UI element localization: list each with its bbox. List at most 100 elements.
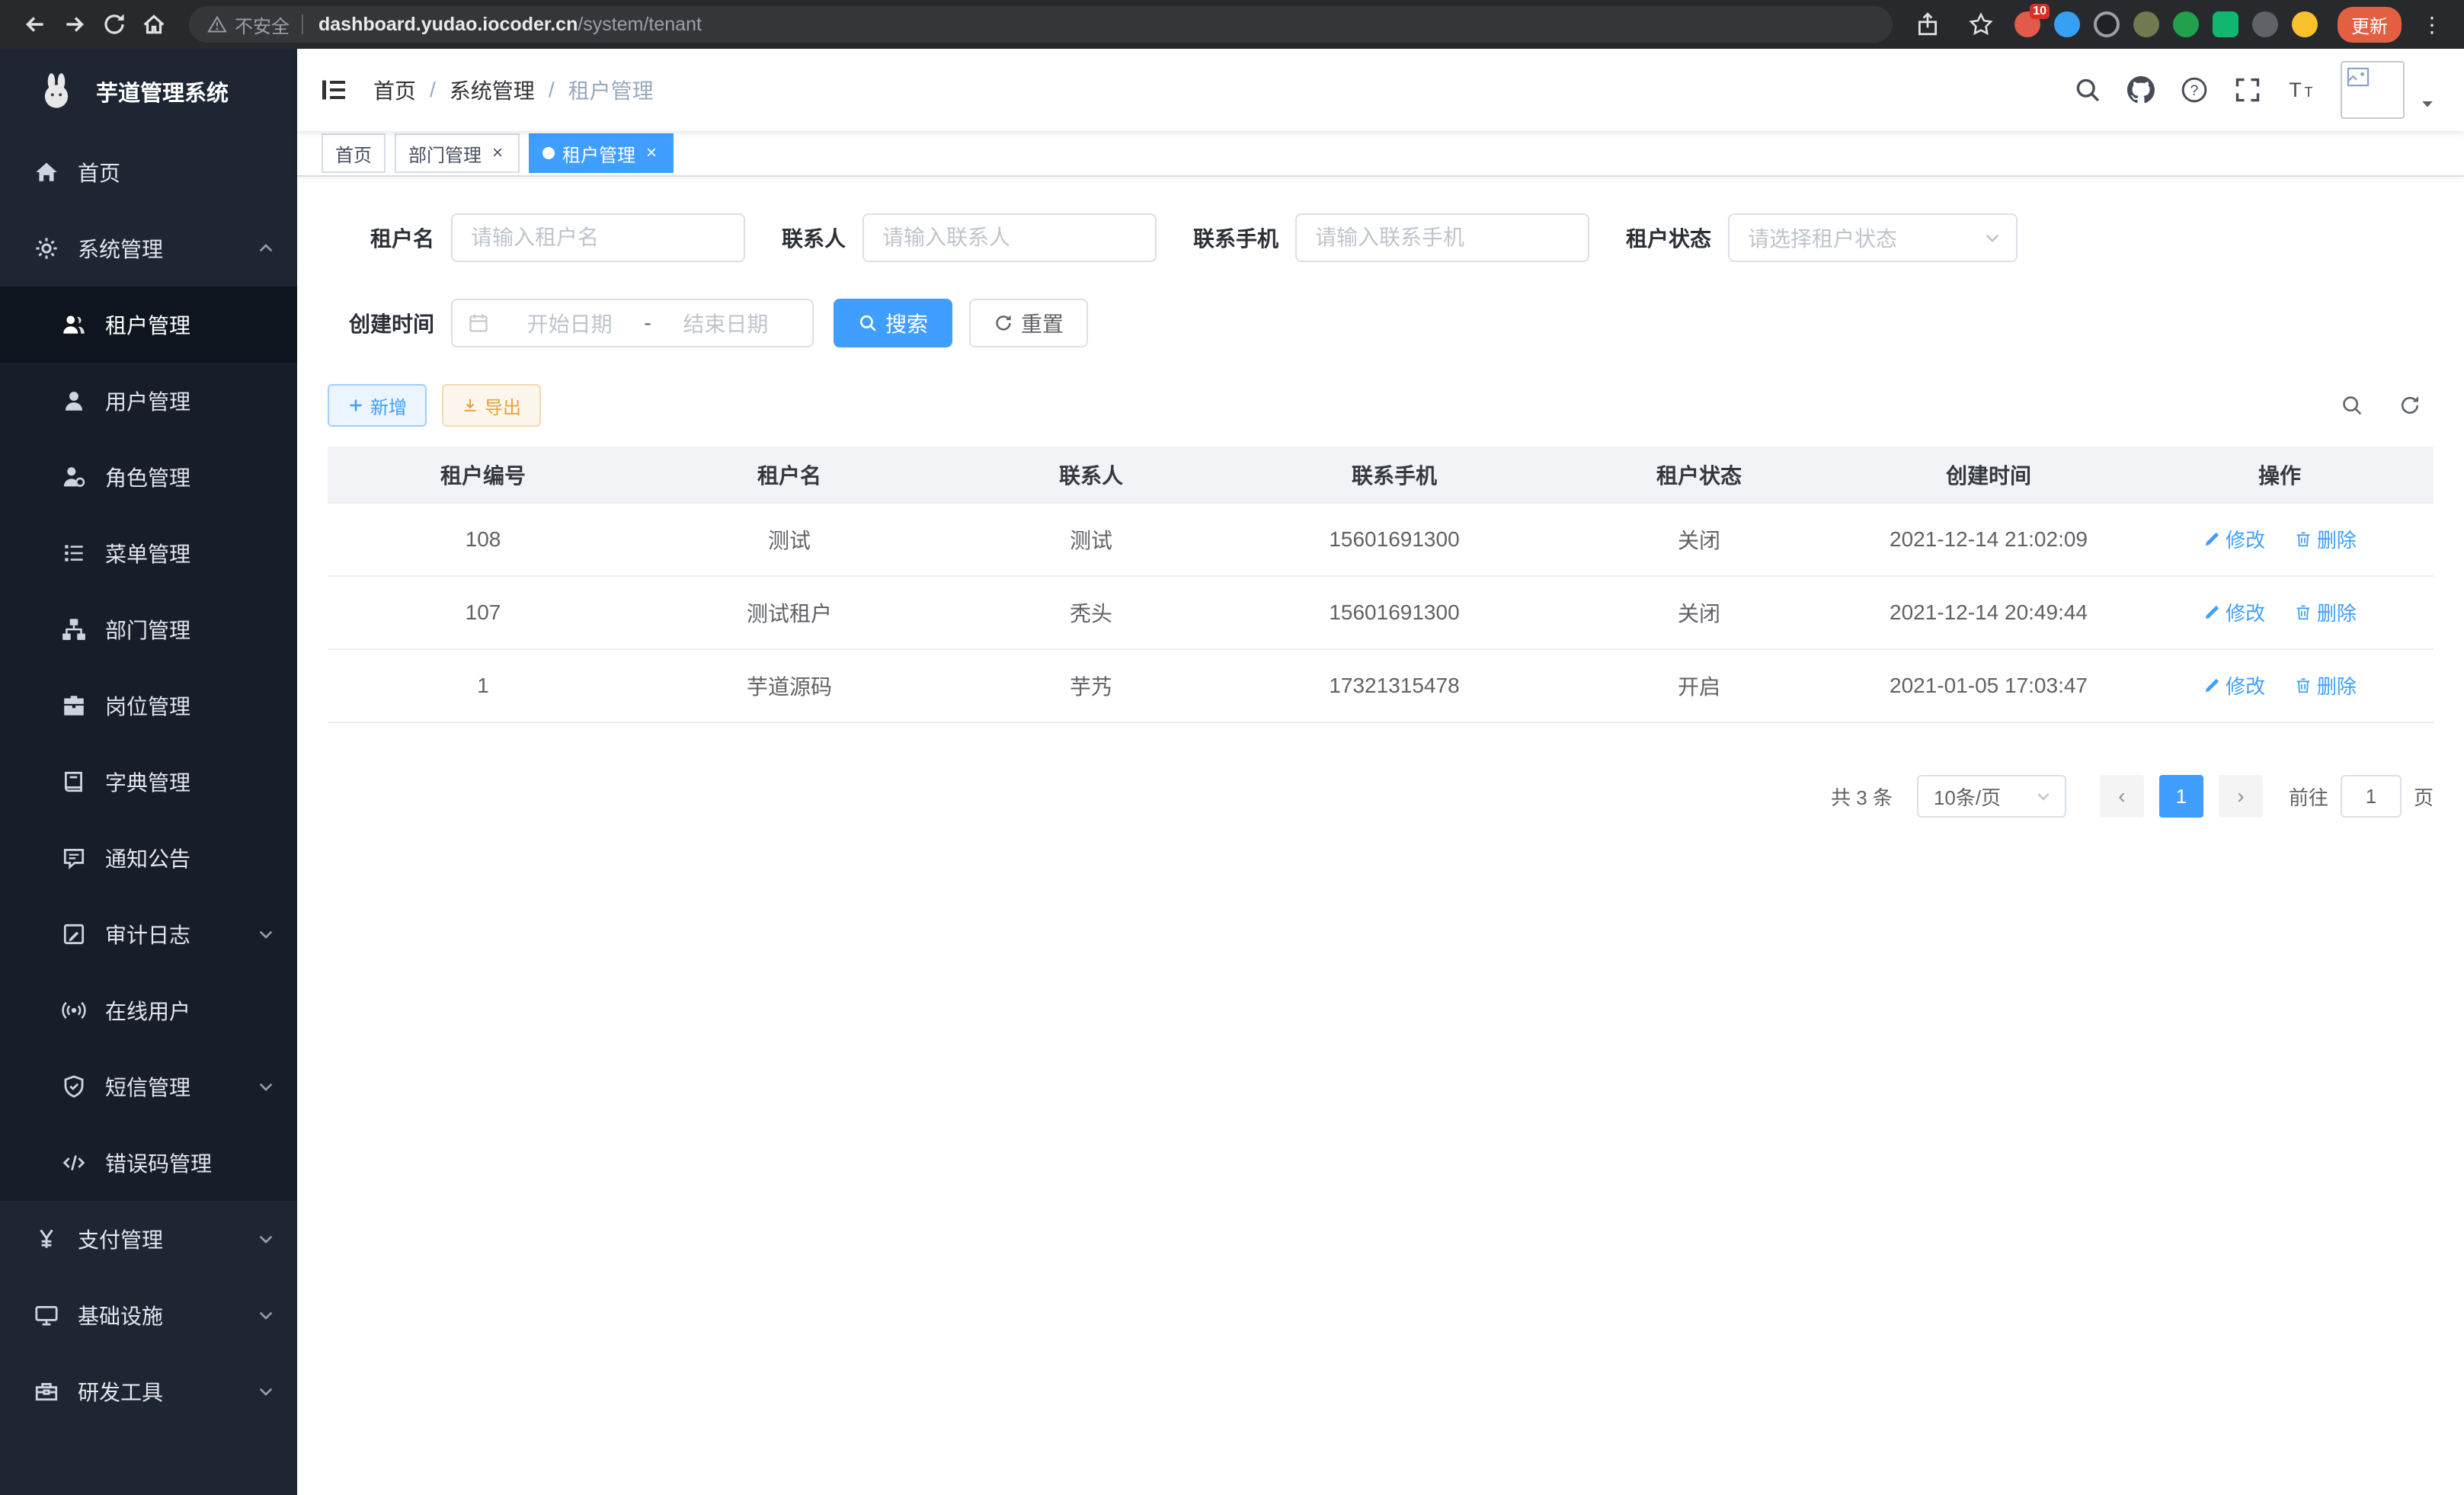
browser-home-button[interactable] xyxy=(134,5,174,44)
navbar-actions: ? TT xyxy=(2074,61,2437,119)
delete-button[interactable]: 删除 xyxy=(2294,525,2357,553)
table-row: 1 芋道源码 芋艿 17321315478 开启 2021-01-05 17:0… xyxy=(328,649,2434,722)
sidebar-item-label: 首页 xyxy=(78,157,120,187)
github-icon[interactable] xyxy=(2127,76,2155,104)
online-signal-icon xyxy=(61,997,87,1023)
breadcrumb-home[interactable]: 首页 xyxy=(373,75,416,105)
extension-icon-red[interactable]: 10 xyxy=(2014,11,2040,37)
tab-tenant-management[interactable]: 租户管理 × xyxy=(529,133,674,173)
svg-text:T: T xyxy=(2305,85,2313,100)
refresh-icon[interactable] xyxy=(2398,394,2421,417)
sidebar-item-system-management[interactable]: 系统管理 xyxy=(0,210,297,287)
share-button[interactable] xyxy=(1908,5,1947,44)
browser-reload-button[interactable] xyxy=(94,5,134,44)
sidebar-item-home[interactable]: 首页 xyxy=(0,134,297,210)
phone-input[interactable] xyxy=(1295,213,1589,262)
sidebar-item-notice-announcement[interactable]: 通知公告 xyxy=(0,820,297,896)
chevron-up-icon xyxy=(256,238,276,258)
chevron-down-icon xyxy=(256,1381,276,1401)
sidebar-item-label: 在线用户 xyxy=(105,995,190,1026)
date-range-picker[interactable]: 开始日期 - 结束日期 xyxy=(451,299,814,347)
edit-button[interactable]: 修改 xyxy=(2203,525,2265,553)
sidebar-item-tenant-management[interactable]: 租户管理 xyxy=(0,287,297,363)
sidebar-item-audit-log[interactable]: 审计日志 xyxy=(0,896,297,972)
tab-department-management[interactable]: 部门管理 × xyxy=(395,133,520,173)
app-logo[interactable]: 芋道管理系统 xyxy=(0,49,297,134)
sidebar-item-error-code-management[interactable]: 错误码管理 xyxy=(0,1125,297,1201)
profile-emoji-icon[interactable] xyxy=(2292,11,2318,37)
next-page-button[interactable]: › xyxy=(2219,775,2263,818)
extension-icon-green-square[interactable] xyxy=(2213,11,2238,37)
sidebar-item-infrastructure[interactable]: 基础设施 xyxy=(0,1277,297,1353)
url-domain: dashboard.yudao.iocoder.cn xyxy=(318,14,578,35)
caret-down-icon[interactable] xyxy=(2418,94,2437,113)
page-size-select[interactable]: 10条/页 xyxy=(1917,775,2066,818)
help-icon[interactable]: ? xyxy=(2181,76,2208,104)
browser-actions: 10 更新 ⋮ xyxy=(1908,5,2449,44)
fullscreen-icon[interactable] xyxy=(2234,76,2261,104)
page-url: dashboard.yudao.iocoder.cn/system/tenant xyxy=(318,14,702,36)
extension-icon-blue-drop[interactable] xyxy=(2054,11,2080,37)
browser-back-button[interactable] xyxy=(15,5,55,44)
tenant-name-input[interactable] xyxy=(451,213,745,262)
search-button[interactable]: 搜索 xyxy=(834,299,952,347)
chevron-down-icon xyxy=(256,924,276,944)
cell-status: 关闭 xyxy=(1547,503,1851,576)
export-button[interactable]: 导出 xyxy=(442,384,541,427)
yen-icon xyxy=(34,1226,59,1252)
extension-icon-gray[interactable] xyxy=(2252,11,2278,37)
sidebar-item-label: 部门管理 xyxy=(105,614,190,645)
delete-button[interactable]: 删除 xyxy=(2294,598,2357,626)
user-avatar[interactable] xyxy=(2341,61,2405,119)
goto-page-input[interactable] xyxy=(2341,775,2402,818)
sidebar-item-sms-management[interactable]: 短信管理 xyxy=(0,1048,297,1125)
sidebar-item-dictionary-management[interactable]: 字典管理 xyxy=(0,744,297,820)
reset-button[interactable]: 重置 xyxy=(969,299,1088,347)
sidebar-item-dev-tools[interactable]: 研发工具 xyxy=(0,1353,297,1429)
edit-button[interactable]: 修改 xyxy=(2203,671,2265,699)
contact-input[interactable] xyxy=(862,213,1157,262)
close-icon[interactable]: × xyxy=(643,142,660,164)
toggle-search-icon[interactable] xyxy=(2341,394,2363,417)
extension-icon-dark-ring[interactable] xyxy=(2094,11,2120,37)
sidebar-item-label: 研发工具 xyxy=(78,1376,163,1407)
font-size-icon[interactable]: TT xyxy=(2287,76,2315,104)
menu-list-icon xyxy=(61,540,87,566)
sidebar-item-menu-management[interactable]: 菜单管理 xyxy=(0,515,297,591)
prev-page-button[interactable]: ‹ xyxy=(2100,775,2144,818)
cell-phone: 15601691300 xyxy=(1242,503,1547,576)
browser-forward-button[interactable] xyxy=(55,5,94,44)
trash-icon xyxy=(2294,603,2312,622)
calendar-icon xyxy=(468,312,489,334)
close-icon[interactable]: × xyxy=(489,142,506,164)
sidebar-item-user-management[interactable]: 用户管理 xyxy=(0,363,297,439)
edit-label: 修改 xyxy=(2226,671,2265,699)
search-icon[interactable] xyxy=(2074,76,2101,104)
sidebar-item-payment-management[interactable]: 支付管理 xyxy=(0,1201,297,1277)
sidebar-item-role-management[interactable]: 角色管理 xyxy=(0,439,297,515)
sidebar-item-post-management[interactable]: 岗位管理 xyxy=(0,667,297,744)
bookmark-button[interactable] xyxy=(1961,5,2001,44)
sidebar-collapse-icon[interactable] xyxy=(318,75,349,105)
edit-button[interactable]: 修改 xyxy=(2203,598,2265,626)
extension-icon-olive[interactable] xyxy=(2133,11,2159,37)
status-select[interactable]: 请选择租户状态 xyxy=(1728,213,2018,262)
cell-phone: 17321315478 xyxy=(1242,649,1547,722)
browser-menu-kebab-icon[interactable]: ⋮ xyxy=(2415,12,2449,37)
url-path: /system/tenant xyxy=(578,14,702,35)
add-button[interactable]: 新增 xyxy=(328,384,427,427)
sidebar-item-online-users[interactable]: 在线用户 xyxy=(0,972,297,1048)
address-bar[interactable]: 不安全 dashboard.yudao.iocoder.cn/system/te… xyxy=(189,6,1893,43)
filter-row-2: 创建时间 开始日期 - 结束日期 搜索 重置 xyxy=(328,299,2434,347)
code-icon xyxy=(61,1150,87,1176)
delete-button[interactable]: 删除 xyxy=(2294,671,2357,699)
tags-view: 首页 部门管理 × 租户管理 × xyxy=(297,131,2464,177)
sidebar-item-label: 字典管理 xyxy=(105,767,190,797)
star-icon xyxy=(1968,11,1994,37)
extension-icon-green[interactable] xyxy=(2173,11,2199,37)
breadcrumb-system-management[interactable]: 系统管理 xyxy=(450,75,535,105)
tab-home[interactable]: 首页 xyxy=(322,133,386,173)
sidebar-item-department-management[interactable]: 部门管理 xyxy=(0,591,297,667)
chrome-update-button[interactable]: 更新 xyxy=(2338,7,2402,43)
page-number-1[interactable]: 1 xyxy=(2159,775,2203,818)
